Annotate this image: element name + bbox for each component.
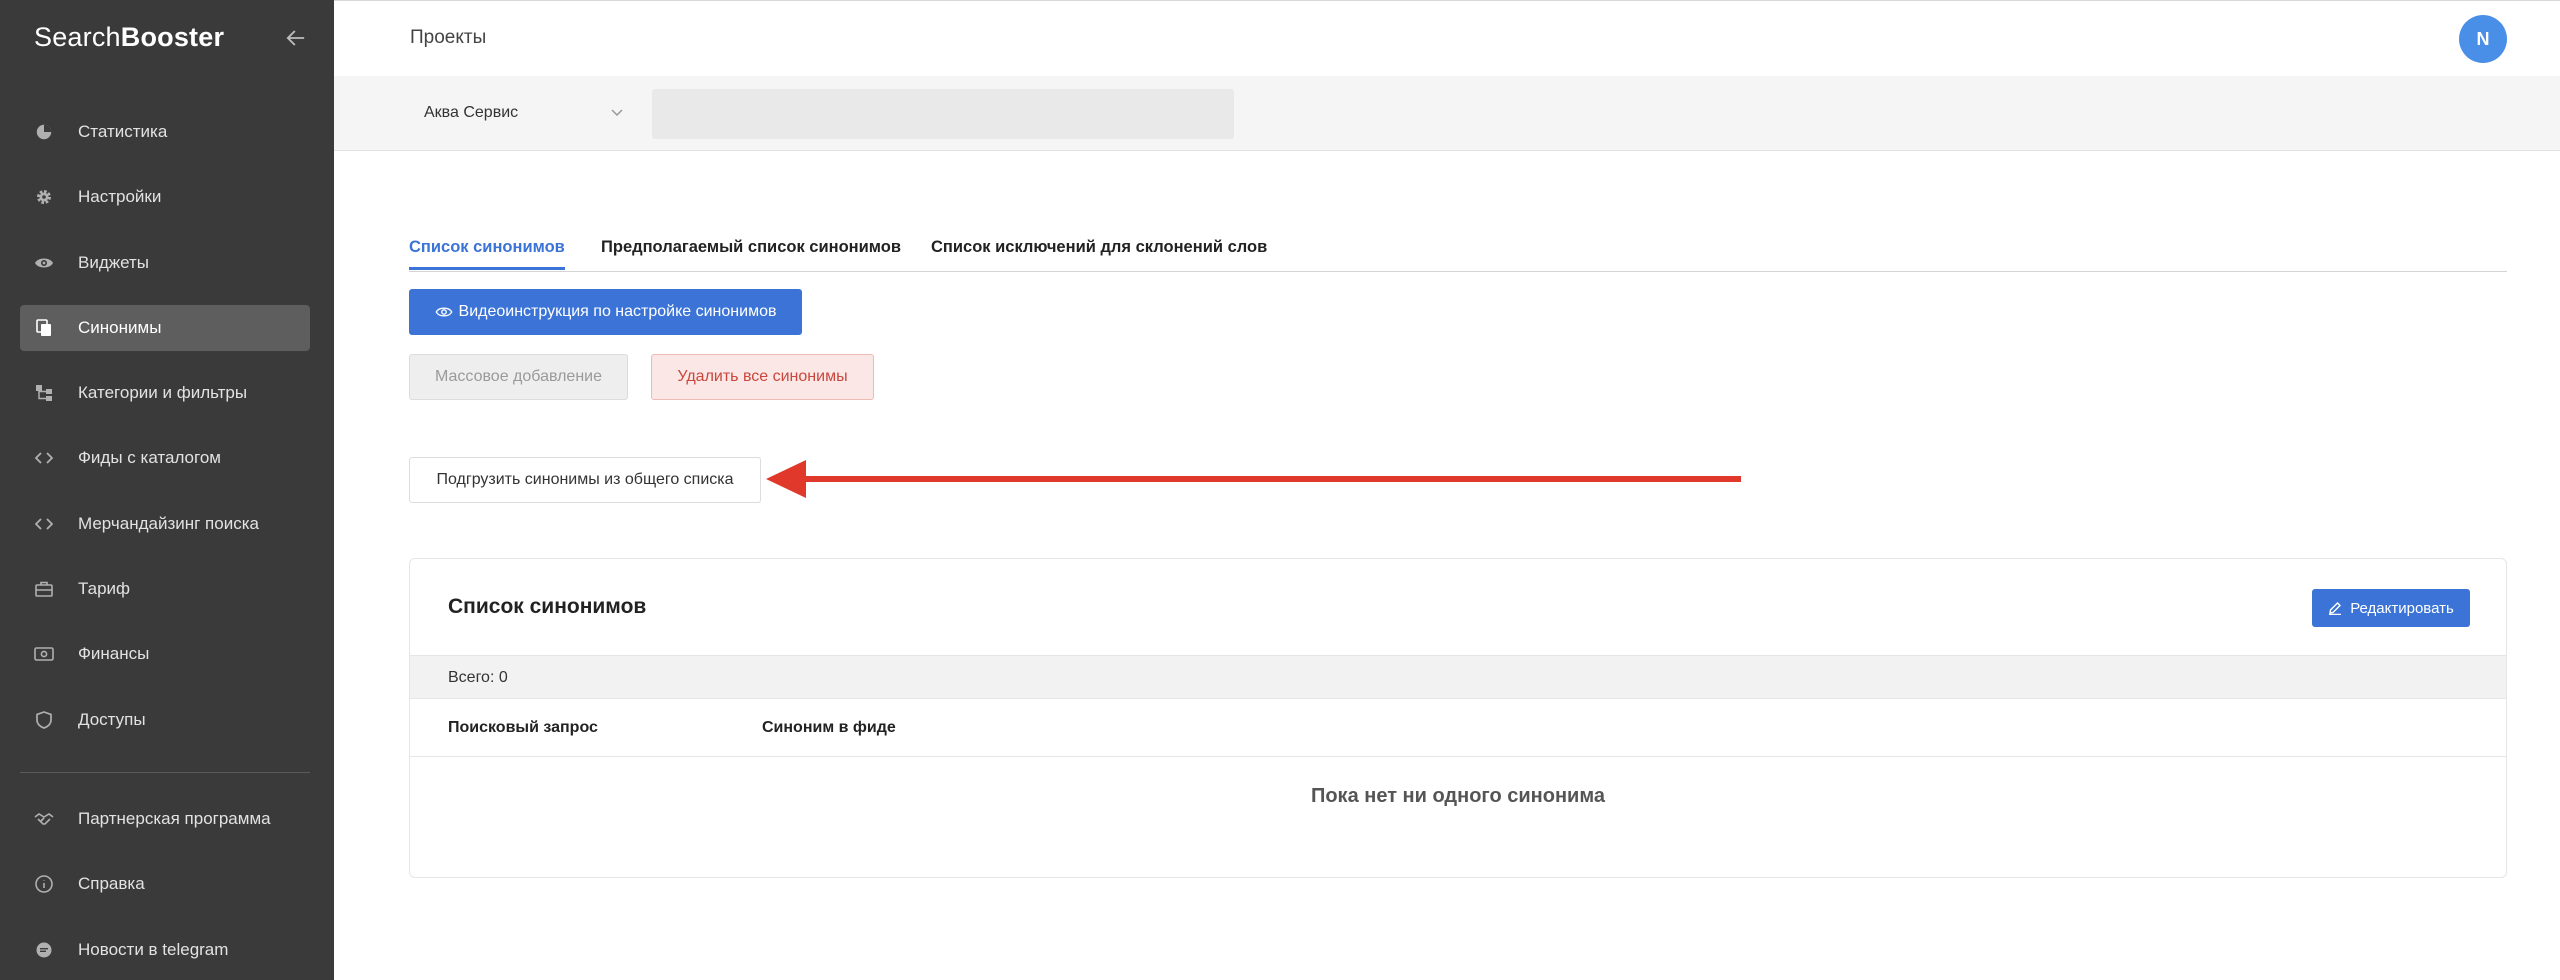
card-title: Список синонимов [448,595,647,618]
total-count: Всего: 0 [448,669,508,686]
collapse-sidebar-button[interactable] [282,24,310,52]
sidebar-item-label: Новости в telegram [78,939,229,959]
sidebar-item-access[interactable]: Доступы [20,697,310,743]
sidebar-item-statistics[interactable]: Статистика [20,109,310,155]
synonyms-tabs: Список синонимов Предполагаемый список с… [409,228,2507,272]
load-common-synonyms-button[interactable]: Подгрузить синонимы из общего списка [409,457,761,503]
sidebar: SearchBooster Статистика Настройки Видже… [0,0,334,980]
chat-icon [34,940,54,960]
edit-button-label: Редактировать [2350,599,2454,617]
money-icon [34,644,54,664]
sidebar-item-label: Справка [78,874,145,894]
annotation-arrow-icon [766,460,1741,498]
eye-icon [34,253,54,273]
table-header: Поисковый запрос Синоним в фиде [410,699,2506,757]
project-select[interactable]: Аква Сервис [424,90,624,136]
sidebar-item-label: Статистика [78,122,168,141]
sidebar-item-label: Мерчандайзинг поиска [78,513,259,533]
chart-pie-icon [34,122,54,142]
arrow-left-icon [286,30,305,46]
sidebar-item-finance[interactable]: Финансы [20,631,310,677]
code-icon [34,448,54,468]
synonyms-card: Список синонимов Редактировать Всего: 0 … [409,558,2507,878]
brand-logo[interactable]: SearchBooster [34,22,224,53]
delete-all-synonyms-button[interactable]: Удалить все синонимы [651,354,874,400]
sidebar-item-label: Настройки [78,187,162,207]
column-header-search-query: Поисковый запрос [448,719,598,736]
empty-state-message: Пока нет ни одного синонима [1310,785,1606,807]
video-instruction-button[interactable]: Видеоинструкция по настройке синонимов [409,289,802,335]
sidebar-item-label: Финансы [78,644,150,664]
sidebar-item-synonyms[interactable]: Синонимы [20,304,310,351]
tab-suggested-synonyms[interactable]: Предполагаемый список синонимов [601,238,901,267]
chevron-down-icon [610,105,624,124]
sidebar-item-categories[interactable]: Категории и фильтры [20,370,310,416]
handshake-icon [34,809,54,829]
code-icon [34,514,54,534]
sidebar-item-partner-program[interactable]: Партнерская программа [20,796,310,842]
brand-part-2: Booster [120,22,225,52]
sidebar-item-settings[interactable]: Настройки [20,174,310,220]
column-header-feed-synonym: Синоним в фиде [762,719,896,736]
top-bar: Проекты N [334,0,2560,76]
sidebar-divider [20,772,310,773]
sidebar-item-tariff[interactable]: Тариф [20,566,310,612]
info-icon [34,874,54,894]
gear-icon [34,187,54,207]
sidebar-item-label: Виджеты [78,252,150,272]
brand-part-1: Search [34,22,121,52]
sidebar-item-label: Партнерская программа [78,809,271,828]
page-title: Проекты [410,27,487,48]
sidebar-item-label: Категории и фильтры [78,383,248,403]
sidebar-item-feeds[interactable]: Фиды с каталогом [20,435,310,481]
video-instruction-label: Видеоинструкция по настройке синонимов [458,303,777,320]
hierarchy-icon [34,383,54,403]
briefcase-icon [34,579,54,599]
sidebar-item-help[interactable]: Справка [20,861,310,907]
eye-icon [435,306,453,318]
user-avatar[interactable]: N [2459,15,2507,63]
pencil-icon [2328,601,2342,615]
total-row: Всего: 0 [410,655,2506,699]
sidebar-item-merchandising[interactable]: Мерчандайзинг поиска [20,501,310,547]
sidebar-item-label: Синонимы [78,317,162,337]
bulk-add-button[interactable]: Массовое добавление [409,354,628,400]
project-select-value: Аква Сервис [424,104,519,121]
sidebar-nav: Статистика Настройки Виджеты Синонимы Ка… [20,109,310,762]
sidebar-item-label: Тариф [78,579,131,599]
edit-button[interactable]: Редактировать [2312,589,2470,627]
shield-icon [34,710,54,730]
tab-declension-exceptions[interactable]: Список исключений для склонений слов [931,238,1267,267]
copy-icon [34,318,54,338]
sidebar-item-label: Фиды с каталогом [78,448,221,468]
sidebar-item-label: Доступы [78,709,146,729]
sidebar-item-widgets[interactable]: Виджеты [20,240,310,286]
tab-synonym-list[interactable]: Список синонимов [409,238,565,270]
project-search-input[interactable] [652,89,1234,139]
sidebar-item-telegram-news[interactable]: Новости в telegram [20,927,310,973]
project-bar: Аква Сервис [334,76,2560,151]
sidebar-secondary-nav: Партнерская программа Справка Новости в … [20,796,310,980]
